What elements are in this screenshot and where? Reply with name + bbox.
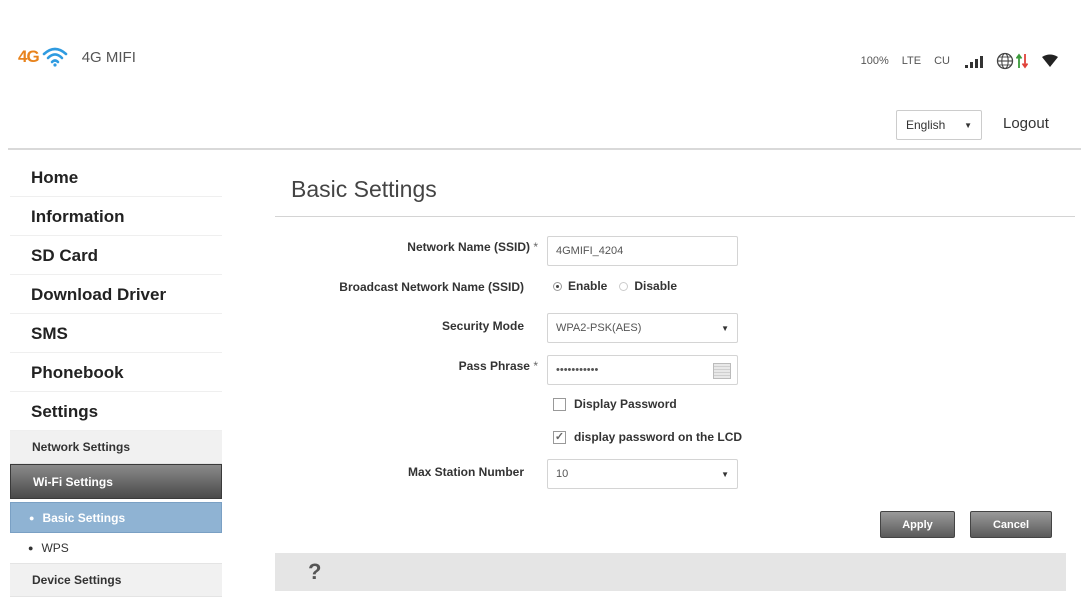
broadcast-enable-radio[interactable] (553, 281, 562, 291)
display-password-row: Display Password (553, 397, 677, 411)
sidebar: Home Information SD Card Download Driver… (10, 158, 222, 597)
bullet-icon: ● (28, 543, 34, 553)
required-mark: * (533, 240, 538, 254)
ssid-label: Network Name (SSID) * (407, 240, 538, 254)
broadcast-disable-radio[interactable] (619, 281, 629, 291)
chevron-down-icon: ▼ (721, 469, 729, 479)
globe-icon (996, 52, 1014, 70)
signal-bars-icon (963, 54, 983, 68)
display-lcd-row: ✓ display password on the LCD (553, 430, 742, 444)
sidebar-item-network-settings[interactable]: Network Settings (10, 431, 222, 464)
sidebar-item-sms[interactable]: SMS (10, 314, 222, 353)
eye-icon[interactable] (713, 363, 731, 379)
help-icon[interactable]: ? (308, 559, 321, 585)
broadcast-radio-group: Enable Disable (553, 279, 677, 293)
broadcast-label: Broadcast Network Name (SSID) (339, 280, 524, 294)
sidebar-item-label: WPS (41, 541, 69, 555)
required-mark: * (533, 359, 538, 373)
sidebar-item-wifi-settings[interactable]: Wi-Fi Settings (10, 464, 222, 499)
ssid-input[interactable]: 4GMIFI_4204 (547, 236, 738, 266)
broadcast-enable-label[interactable]: Enable (568, 279, 607, 293)
chevron-down-icon: ▼ (964, 120, 972, 130)
brand-name: 4G MIFI (81, 48, 136, 66)
ssid-label-text: Network Name (SSID) (407, 240, 530, 254)
wifi-icon (42, 47, 67, 67)
title-divider (275, 216, 1075, 217)
sidebar-item-download-driver[interactable]: Download Driver (10, 275, 222, 314)
security-mode-value: WPA2-PSK(AES) (556, 322, 642, 334)
sidebar-item-label: Basic Settings (42, 510, 126, 525)
pass-phrase-label: Pass Phrase * (459, 359, 538, 373)
logo: 4G 4G MIFI (18, 47, 136, 67)
broadcast-disable-label[interactable]: Disable (634, 279, 677, 293)
language-value: English (906, 118, 946, 132)
security-mode-label: Security Mode (441, 319, 524, 333)
header-divider (8, 148, 1081, 150)
security-mode-select[interactable]: WPA2-PSK(AES) ▼ (547, 313, 738, 343)
help-bar: ? (275, 553, 1066, 591)
logout-link[interactable]: Logout (1003, 115, 1049, 132)
sidebar-item-device-settings[interactable]: Device Settings (10, 564, 222, 597)
display-lcd-label[interactable]: display password on the LCD (574, 430, 742, 444)
wifi-strength-icon (1042, 54, 1058, 67)
cancel-button[interactable]: Cancel (970, 511, 1052, 538)
max-station-label: Max Station Number (407, 465, 524, 479)
display-password-checkbox[interactable] (553, 397, 566, 411)
carrier-name: CU (934, 55, 950, 67)
sidebar-item-sd-card[interactable]: SD Card (10, 236, 222, 275)
sidebar-item-wps[interactable]: ● WPS (10, 533, 222, 564)
network-type: LTE (901, 55, 922, 67)
pass-phrase-label-text: Pass Phrase (458, 359, 530, 373)
pass-phrase-value: ••••••••••• (556, 364, 599, 376)
sidebar-item-phonebook[interactable]: Phonebook (10, 353, 222, 392)
max-station-select[interactable]: 10 ▼ (547, 459, 738, 489)
battery-level: 100% (860, 55, 889, 67)
bullet-icon: ● (29, 512, 35, 523)
sidebar-item-settings[interactable]: Settings (10, 392, 222, 431)
sidebar-item-information[interactable]: Information (10, 197, 222, 236)
display-lcd-checkbox[interactable]: ✓ (553, 430, 566, 444)
sidebar-item-basic-settings[interactable]: ● Basic Settings (10, 502, 222, 533)
status-bar: 100% LTE CU (861, 52, 1059, 70)
logo-4g: 4G (18, 47, 40, 66)
data-arrows-icon (1016, 53, 1028, 69)
display-password-label[interactable]: Display Password (574, 397, 677, 411)
pass-phrase-input[interactable]: ••••••••••• (547, 355, 738, 385)
sidebar-item-home[interactable]: Home (10, 158, 222, 197)
ssid-value: 4GMIFI_4204 (556, 245, 624, 257)
language-select[interactable]: English ▼ (896, 110, 982, 140)
max-station-value: 10 (556, 468, 569, 480)
chevron-down-icon: ▼ (721, 323, 729, 333)
page-title: Basic Settings (291, 176, 437, 202)
apply-button[interactable]: Apply (880, 511, 955, 538)
